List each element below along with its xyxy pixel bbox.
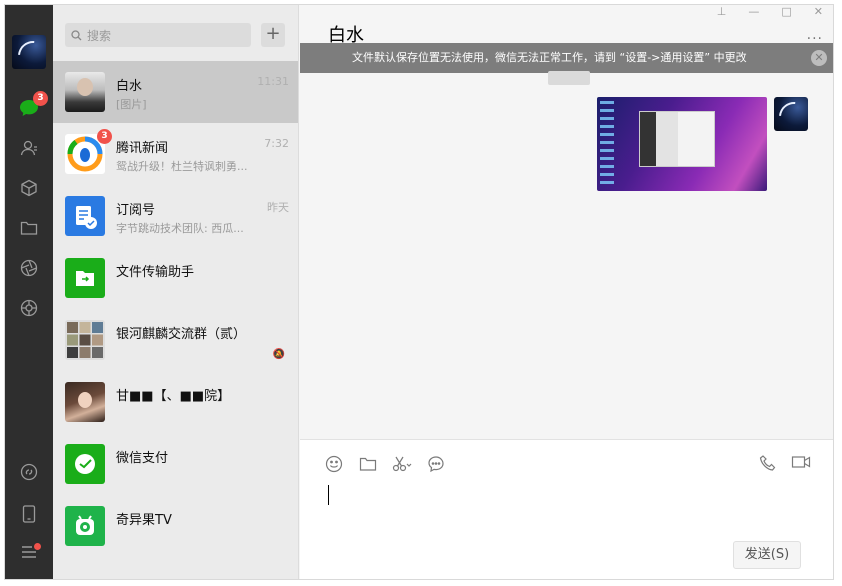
moments-nav-button[interactable]: [5, 253, 53, 283]
send-button[interactable]: 发送(S): [733, 541, 801, 569]
chat-item[interactable]: 文件传输助手: [53, 247, 298, 309]
conversation-panel: 白水 ⊥ — □ ✕ ··· 文件默认保存位置无法使用，微信无法正常工作，请到 …: [300, 5, 833, 579]
chat-preview: [图片]: [116, 98, 147, 111]
window-thumbnail: [639, 111, 715, 167]
warning-banner-text: 文件默认保存位置无法使用，微信无法正常工作，请到 “设置->通用设置” 中更改: [352, 51, 747, 64]
chat-item[interactable]: 银河麒麟交流群（贰） 🔕: [53, 309, 298, 371]
files-nav-button[interactable]: [5, 213, 53, 243]
voice-call-button[interactable]: [759, 454, 777, 476]
message-input[interactable]: [328, 485, 329, 505]
input-toolbar: [324, 454, 446, 474]
mute-icon: 🔕: [272, 349, 285, 360]
group-collage-icon: [67, 322, 103, 358]
chat-time: 7:32: [264, 137, 289, 150]
subscription-icon: [76, 206, 97, 229]
chat-time: 昨天: [267, 201, 289, 214]
smiley-icon: [325, 455, 343, 473]
phone-nav-button[interactable]: [5, 499, 53, 529]
folder-icon: [359, 457, 377, 471]
conversation-list: 搜索 + 白水 [图片] 11:31 3 腾讯新闻 鸳战升级！杜兰特讽刺勇...…: [53, 5, 299, 579]
search-input[interactable]: 搜索: [65, 23, 251, 47]
window-controls: ⊥ — □ ✕: [717, 5, 823, 18]
send-file-button[interactable]: [358, 454, 378, 474]
chat-name: 订阅号: [116, 203, 156, 218]
chat-item[interactable]: 微信支付: [53, 433, 298, 495]
scissors-icon: [392, 456, 412, 472]
image-message[interactable]: [597, 97, 767, 191]
wechat-window: 3 搜索 + 白水 [图片] 11:31 3 腾讯新闻 鸳战升级！杜兰特讽刺勇.…: [4, 4, 834, 580]
warning-banner: 文件默认保存位置无法使用，微信无法正常工作，请到 “设置->通用设置” 中更改 …: [300, 43, 833, 73]
collections-nav-button[interactable]: [5, 173, 53, 203]
file-transfer-avatar: [65, 258, 105, 298]
maximize-button[interactable]: □: [781, 5, 791, 18]
minimize-button[interactable]: —: [748, 5, 759, 18]
kiwi-tv-avatar: [65, 506, 105, 546]
chat-name: 银河麒麟交流群（贰）: [116, 327, 247, 342]
chats-nav-button[interactable]: 3: [5, 91, 53, 123]
aperture-icon: [20, 259, 38, 277]
pin-button[interactable]: ⊥: [717, 5, 727, 18]
input-area: 发送(S): [300, 439, 833, 579]
cube-icon: [21, 179, 37, 197]
mini-programs-link-button[interactable]: [5, 457, 53, 487]
phone-icon: [759, 455, 776, 471]
video-call-button[interactable]: [791, 454, 811, 476]
contacts-icon: [20, 140, 37, 156]
chat-name: 甘■■【、■■院】: [116, 389, 231, 404]
file-transfer-icon: [76, 271, 94, 286]
chat-history-button[interactable]: [426, 454, 446, 474]
chat-name: 白水: [116, 79, 143, 94]
chat-item[interactable]: 订阅号 字节跳动技术团队: 西瓜... 昨天: [53, 185, 298, 247]
kiwi-tv-icon: [76, 515, 94, 535]
close-banner-button[interactable]: ✕: [811, 50, 827, 66]
contact-avatar: [65, 72, 105, 112]
chat-name: 奇异果TV: [116, 513, 172, 528]
settings-menu-button[interactable]: [5, 537, 53, 567]
unread-badge: 3: [97, 129, 112, 144]
start-group-chat-button[interactable]: +: [261, 23, 285, 47]
speech-bubble-icon: [428, 456, 444, 473]
link-circle-icon: [20, 463, 38, 481]
notification-dot: [34, 543, 41, 550]
chat-item[interactable]: 甘■■【、■■院】: [53, 371, 298, 433]
chat-name: 微信支付: [116, 451, 169, 466]
subscription-avatar: [65, 196, 105, 236]
contact-avatar: [65, 382, 105, 422]
chat-preview: 字节跳动技术团队: 西瓜...: [116, 222, 244, 235]
video-camera-icon: [791, 456, 811, 468]
chat-time: 11:31: [257, 75, 289, 88]
message-timestamp: [548, 71, 590, 85]
desktop-icons-thumbnail: [600, 101, 614, 187]
group-avatar: [65, 320, 105, 360]
mini-program-icon: [20, 299, 38, 317]
user-avatar[interactable]: [12, 35, 46, 69]
chat-preview: 鸳战升级！杜兰特讽刺勇...: [116, 160, 248, 173]
search-icon: [71, 29, 82, 40]
unread-badge: 3: [33, 91, 48, 106]
chat-name: 文件传输助手: [116, 265, 195, 280]
chat-item[interactable]: 奇异果TV: [53, 495, 298, 557]
mobile-phone-icon: [22, 505, 36, 523]
sender-avatar[interactable]: [774, 97, 808, 131]
emoji-button[interactable]: [324, 454, 344, 474]
chat-item[interactable]: 白水 [图片] 11:31: [53, 61, 298, 123]
wechat-pay-avatar: [65, 444, 105, 484]
close-window-button[interactable]: ✕: [814, 5, 823, 18]
left-rail: 3: [5, 5, 53, 579]
wechat-pay-icon: [75, 454, 95, 474]
chat-name: 腾讯新闻: [116, 141, 169, 156]
call-toolbar: [759, 454, 811, 476]
folder-icon: [20, 221, 38, 235]
mini-program-nav-button[interactable]: [5, 293, 53, 323]
search-placeholder: 搜索: [87, 28, 112, 43]
screenshot-button[interactable]: [392, 454, 412, 474]
contacts-nav-button[interactable]: [5, 133, 53, 163]
chat-item[interactable]: 3 腾讯新闻 鸳战升级！杜兰特讽刺勇... 7:32: [53, 123, 298, 185]
